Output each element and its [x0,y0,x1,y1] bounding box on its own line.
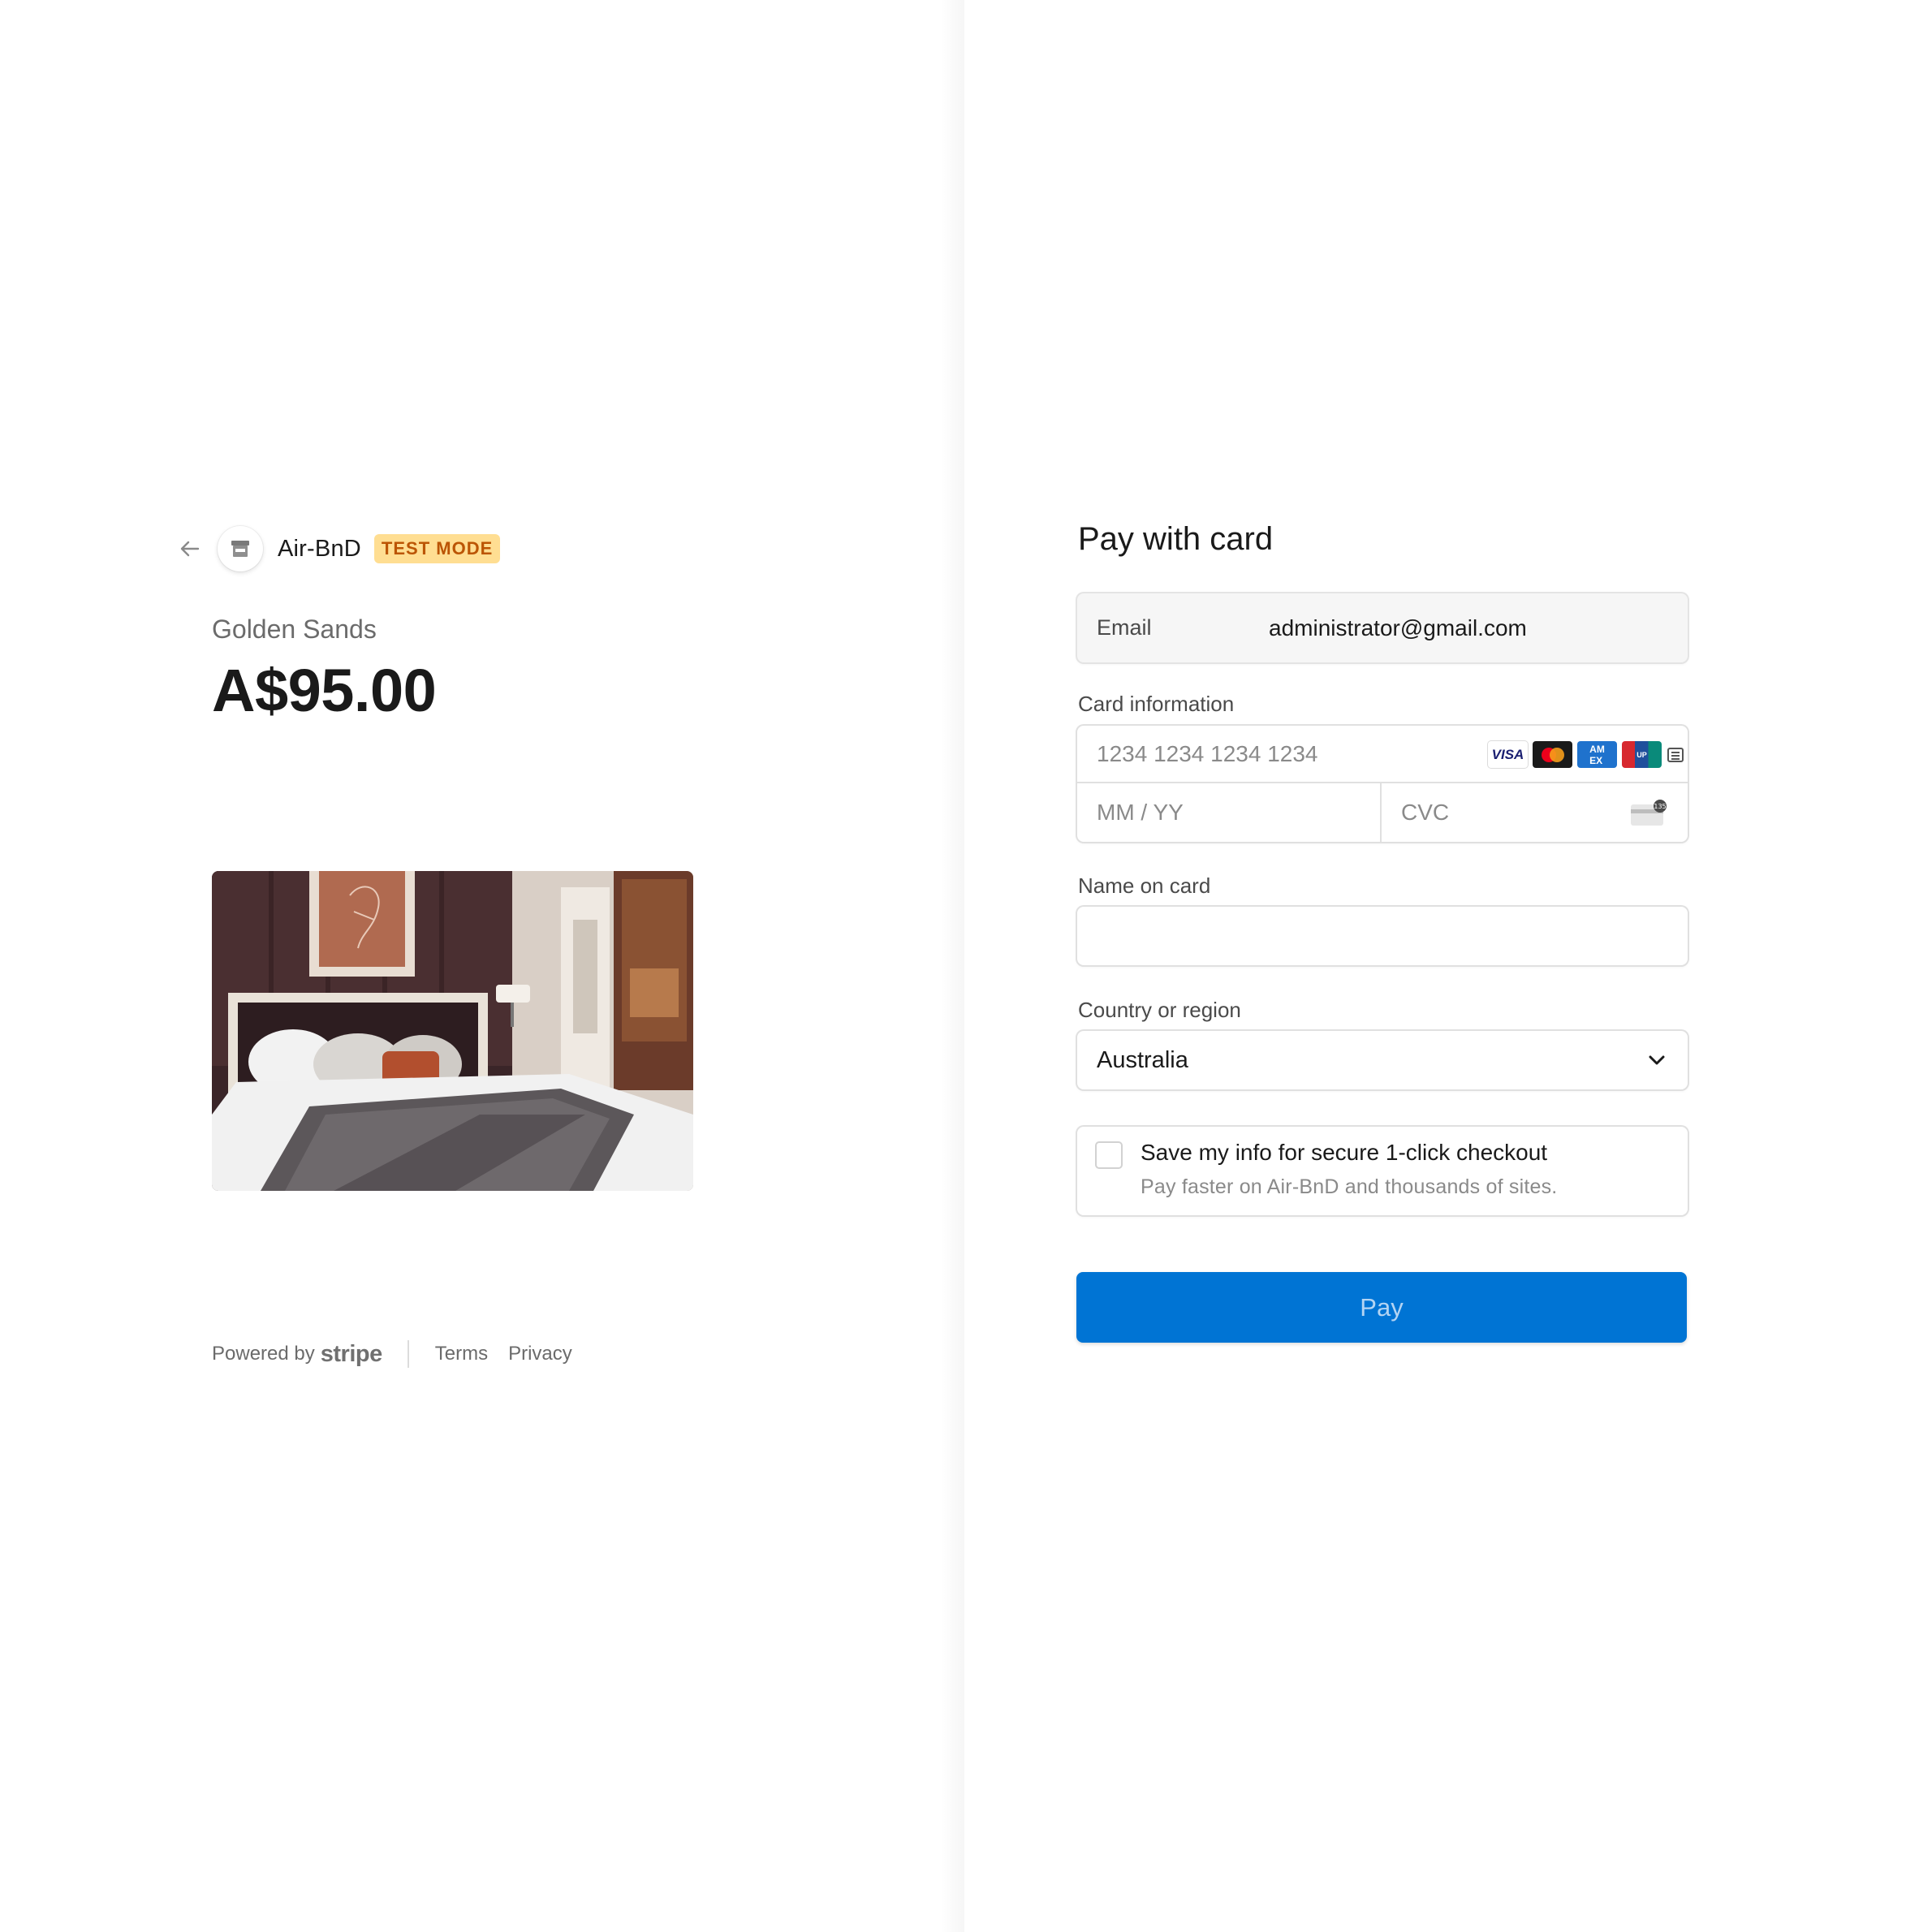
card-information-label: Card information [1078,692,1235,716]
hotel-bedroom-photo [212,871,693,1191]
name-on-card-input[interactable] [1077,907,1688,965]
pay-button[interactable]: Pay [1076,1272,1687,1343]
card-expiry-placeholder: MM / YY [1097,800,1184,825]
product-price: A$95.00 [212,657,437,724]
card-information-group: 1234 1234 1234 1234 VISA AM EX UP MM / YY… [1077,726,1688,842]
powered-by-stripe[interactable]: Powered by stripe [212,1341,382,1368]
pay-button-label: Pay [1360,1292,1404,1322]
email-label: Email [1097,615,1152,640]
test-mode-badge: TEST MODE [373,534,501,563]
country-value: Australia [1097,1046,1188,1073]
stripe-logo: stripe [320,1340,382,1367]
unionpay-icon: UP [1622,741,1662,768]
visa-icon: VISA [1488,741,1528,768]
form-title: Pay with card [1078,521,1274,557]
save-info-subtitle: Pay faster on Air-BnD and thousands of s… [1141,1175,1558,1198]
product-name: Golden Sands [212,615,377,644]
powered-by-text: Powered by [212,1343,315,1365]
order-summary-panel: Air-BnD TEST MODE Golden Sands A$95.00 P… [0,0,962,1932]
arrow-left-icon[interactable] [175,534,205,563]
svg-text:135: 135 [1654,803,1666,810]
card-number-placeholder: 1234 1234 1234 1234 [1097,740,1318,766]
email-field[interactable]: Email administrator@gmail.com [1077,593,1688,662]
save-info-box: Save my info for secure 1-click checkout… [1077,1127,1688,1215]
save-info-checkbox[interactable] [1095,1141,1123,1169]
checkout-page: Air-BnD TEST MODE Golden Sands A$95.00 P… [0,0,1906,1932]
card-cvc-placeholder: CVC [1401,800,1450,825]
country-label: Country or region [1078,998,1241,1022]
amex-icon: AM EX [1577,741,1617,768]
card-expiry-input[interactable]: MM / YY [1077,783,1382,842]
card-number-input[interactable]: 1234 1234 1234 1234 VISA AM EX UP [1077,726,1688,783]
footer-divider [407,1340,409,1368]
merchant-header: Air-BnD TEST MODE [175,524,501,573]
card-brand-icons: VISA AM EX UP [1488,741,1684,768]
panel-divider-shadow [940,0,964,1932]
footer: Powered by stripe Terms Privacy [212,1339,593,1369]
country-select[interactable]: Australia [1077,1031,1688,1089]
name-on-card-label: Name on card [1078,873,1211,898]
privacy-link[interactable]: Privacy [508,1343,572,1365]
terms-link[interactable]: Terms [435,1343,488,1365]
merchant-name: Air-BnD [278,535,361,562]
card-cvc-input[interactable]: CVC 135 [1382,783,1688,842]
chevron-down-icon [1645,1049,1668,1076]
email-value: administrator@gmail.com [1269,615,1527,640]
cvc-card-icon: 135 [1629,800,1668,831]
storefront-icon [218,526,263,571]
save-info-title: Save my info for secure 1-click checkout [1141,1140,1548,1165]
more-cards-icon [1667,741,1684,768]
mastercard-icon [1533,741,1572,768]
